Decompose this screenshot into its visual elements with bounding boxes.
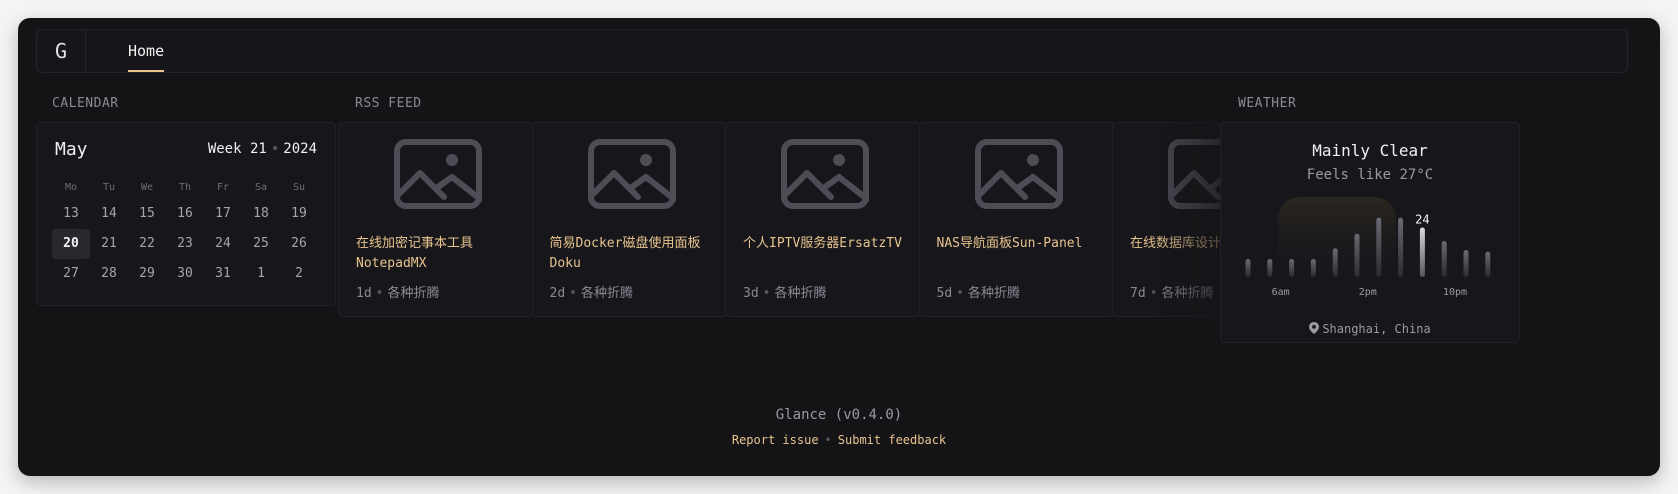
calendar-day: 14	[101, 206, 117, 221]
rss-item-source: 各种折腾	[967, 286, 1020, 301]
rss-item-card[interactable]: NAS导航面板Sun-Panel 5d • 各种折腾	[918, 122, 1115, 317]
rss-item-meta: 2d • 各种折腾	[549, 286, 634, 301]
calendar-day: 15	[139, 206, 155, 221]
rss-section-title: RSS FEED	[355, 96, 422, 111]
calendar-day: 21	[101, 236, 117, 251]
weather-time-label: 2pm	[1359, 287, 1377, 298]
weekday-label: We	[140, 182, 154, 193]
rss-item-meta: 3d • 各种折腾	[743, 286, 827, 301]
calendar-day: 2	[295, 266, 303, 281]
calendar-day: 16	[177, 206, 193, 221]
calendar-day: 18	[253, 206, 269, 221]
rss-item-card[interactable]: 个人IPTV服务器ErsatzTV 3d • 各种折腾	[725, 122, 921, 317]
weather-time-label: 10pm	[1443, 287, 1467, 298]
calendar-day: 19	[291, 206, 307, 221]
weather-location: Shanghai, China	[1221, 322, 1519, 336]
rss-item-source: 各种折腾	[580, 286, 633, 301]
weekday-label: Su	[292, 182, 306, 193]
weather-bar	[1289, 259, 1295, 277]
weather-bar	[1310, 259, 1316, 277]
rss-item-age: 2d	[549, 286, 566, 301]
rss-item-source: 各种折腾	[774, 286, 827, 301]
calendar-day: 23	[177, 236, 193, 251]
image-placeholder-icon	[781, 139, 869, 209]
calendar-year: 2024	[283, 141, 317, 157]
rss-item-meta: 7d • 各种折腾	[1130, 286, 1214, 301]
weekday-label: Th	[178, 182, 192, 193]
weather-bar	[1354, 233, 1360, 277]
location-pin-icon	[1309, 322, 1320, 334]
calendar-widget: May Week 21 • 2024 Mo Tu We Th Fr Sa Su 13 14 15 16 1…	[36, 122, 336, 306]
weather-bar-current	[1419, 227, 1425, 277]
rss-item-title[interactable]: 个人IPTV服务器ErsatzTV	[743, 234, 913, 254]
weather-bar	[1332, 248, 1338, 277]
top-nav: G Home	[36, 29, 1628, 73]
calendar-day: 17	[215, 206, 231, 221]
rss-item-title[interactable]: NAS导航面板Sun-Panel	[937, 234, 1107, 254]
rss-item-title[interactable]: 在线加密记事本工具NotepadMX	[356, 234, 526, 274]
rss-item-title[interactable]: 简易Docker磁盘使用面板Doku	[550, 234, 720, 274]
weather-bar	[1376, 217, 1382, 277]
calendar-day: 13	[63, 206, 79, 221]
calendar-day: 25	[253, 236, 269, 251]
calendar-day: 1	[257, 266, 265, 281]
image-placeholder-icon	[394, 139, 482, 209]
calendar-day: 26	[291, 236, 307, 251]
calendar-day: 28	[101, 266, 117, 281]
app-window: G Home CALENDAR May Week 21 • 2024 Mo Tu We T…	[18, 18, 1660, 476]
rss-item-age: 3d	[743, 286, 759, 301]
weekday-label: Tu	[102, 182, 116, 193]
calendar-day: 27	[63, 266, 79, 281]
rss-item-age: 5d	[936, 286, 953, 301]
calendar-day-today: 20	[52, 229, 90, 259]
rss-item-card[interactable]: 在线加密记事本工具NotepadMX 1d • 各种折腾	[338, 122, 534, 317]
report-issue-link[interactable]: Report issue	[732, 433, 819, 447]
weather-section-title: WEATHER	[1238, 96, 1297, 111]
weather-bar	[1485, 251, 1491, 277]
submit-feedback-link[interactable]: Submit feedback	[838, 433, 946, 447]
weather-location-label: Shanghai, China	[1322, 322, 1431, 336]
calendar-day: 30	[177, 266, 193, 281]
footer-version: Glance (v0.4.0)	[775, 407, 903, 423]
calendar-day: 31	[215, 266, 231, 281]
calendar-day: 24	[215, 236, 231, 251]
image-placeholder-icon	[974, 139, 1063, 209]
weather-time-label: 6am	[1272, 287, 1290, 298]
weekday-label: Fr	[216, 182, 230, 193]
weather-current-temp: 24	[1415, 213, 1429, 227]
weather-condition: Mainly Clear	[1312, 141, 1428, 160]
tab-home[interactable]: Home	[128, 30, 165, 72]
weather-hourly-chart: 24 6am 2pm 10pm	[1245, 197, 1491, 298]
weather-bar	[1463, 250, 1469, 277]
rss-item-meta: 5d • 各种折腾	[936, 286, 1021, 301]
calendar-month: May	[55, 139, 88, 160]
weather-bar	[1245, 259, 1251, 277]
weather-bar	[1441, 241, 1447, 277]
weekday-label: Sa	[254, 182, 268, 193]
weather-bar	[1398, 217, 1404, 277]
rss-item-card[interactable]: 简易Docker磁盘使用面板Doku 2d • 各种折腾	[531, 122, 728, 317]
weekday-label: Mo	[64, 182, 78, 193]
rss-item-source: 各种折腾	[387, 286, 440, 301]
rss-carousel[interactable]: 在线加密记事本工具NotepadMX 1d • 各种折腾 简易Docker磁盘使用面板D…	[338, 122, 1258, 332]
rss-item-meta: 1d • 各种折腾	[356, 286, 440, 301]
rss-item-age: 7d	[1130, 286, 1146, 301]
footer-links: Report issue • Submit feedback	[731, 433, 947, 447]
rss-item-source: 各种折腾	[1161, 286, 1214, 301]
calendar-day: 29	[139, 266, 155, 281]
weather-bar	[1267, 259, 1273, 277]
calendar-grid: Mo Tu We Th Fr Sa Su 13 14 15 16 17 18 19 20 21 22 23 24 25…	[52, 177, 318, 289]
rss-item-age: 1d	[356, 286, 372, 301]
weather-feels-like: Feels like 27°C	[1306, 167, 1434, 183]
calendar-week: Week 21	[207, 141, 267, 157]
image-placeholder-icon	[587, 139, 676, 209]
app-logo[interactable]: G	[37, 30, 86, 72]
calendar-section-title: CALENDAR	[52, 96, 119, 111]
weather-widget: Mainly Clear Feels like 27°C 24 6am 2pm	[1220, 122, 1520, 343]
calendar-week-year: Week 21 • 2024	[207, 141, 317, 157]
calendar-day: 22	[139, 236, 155, 251]
